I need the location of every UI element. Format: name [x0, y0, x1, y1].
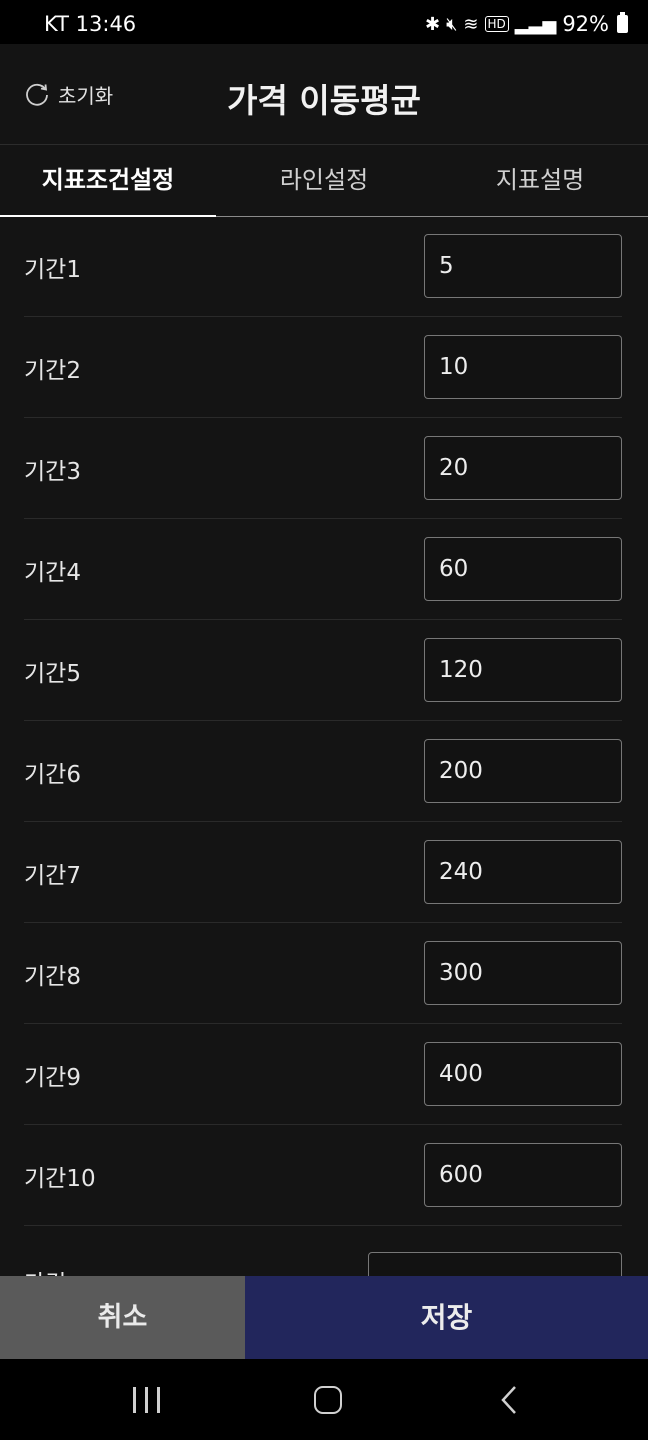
- period-row: 기간10 600: [24, 1125, 622, 1226]
- period-label: 기간1: [24, 257, 81, 283]
- period-label: 기간4: [24, 560, 81, 586]
- period-value: 600: [439, 1162, 483, 1188]
- period-value: 300: [439, 960, 483, 986]
- tab-bar: 지표조건설정 라인설정 지표설명: [0, 145, 648, 217]
- page-title: 가격 이동평균: [227, 81, 421, 120]
- period-label: 기간6: [24, 762, 81, 788]
- price-label: 가격: [24, 1264, 66, 1276]
- period-row: 기간7 240: [24, 822, 622, 923]
- status-icons: ✱ 🔇︎ ≋ HD ▂▃▅ 92%: [425, 12, 628, 36]
- battery-icon: [617, 12, 628, 33]
- period-input[interactable]: 240: [424, 840, 622, 904]
- bottom-actions: 취소 저장: [0, 1276, 648, 1359]
- period-label: 기간3: [24, 459, 81, 485]
- period-value: 240: [439, 859, 483, 885]
- period-input[interactable]: 300: [424, 941, 622, 1005]
- period-row: 기간9 400: [24, 1024, 622, 1125]
- carrier-time: KT 13:46: [44, 12, 137, 36]
- period-row: 기간1 5: [24, 216, 622, 317]
- home-icon[interactable]: [314, 1386, 342, 1414]
- bluetooth-icon: ✱: [424, 13, 441, 35]
- period-value: 400: [439, 1061, 483, 1087]
- period-input[interactable]: 120: [424, 638, 622, 702]
- period-value: 60: [439, 556, 469, 582]
- period-value: 20: [439, 455, 469, 481]
- price-select[interactable]: 종가: [368, 1252, 622, 1276]
- period-row: 기간3 20: [24, 418, 622, 519]
- period-row: 기간6 200: [24, 721, 622, 822]
- save-button[interactable]: 저장: [245, 1276, 648, 1359]
- period-row: 기간2 10: [24, 317, 622, 418]
- tab-line-settings[interactable]: 라인설정: [216, 145, 432, 216]
- price-row: 가격 종가: [24, 1226, 622, 1276]
- period-value: 120: [439, 657, 483, 683]
- cancel-button[interactable]: 취소: [0, 1276, 245, 1359]
- period-row: 기간4 60: [24, 519, 622, 620]
- period-row: 기간8 300: [24, 923, 622, 1024]
- settings-list[interactable]: 기간1 5 기간2 10 기간3 20 기간4 60 기간5 120 기간6 2…: [24, 216, 622, 1276]
- period-input[interactable]: 5: [424, 234, 622, 298]
- wifi-icon: ≋: [463, 13, 479, 35]
- back-icon[interactable]: [498, 1385, 522, 1415]
- recent-apps-icon[interactable]: [133, 1385, 161, 1415]
- period-input[interactable]: 10: [424, 335, 622, 399]
- period-label: 기간5: [24, 661, 81, 687]
- period-value: 5: [439, 253, 454, 279]
- status-bar: KT 13:46 ✱ 🔇︎ ≋ HD ▂▃▅ 92%: [0, 0, 648, 44]
- signal-icon: ▂▃▅: [514, 13, 557, 35]
- period-input[interactable]: 20: [424, 436, 622, 500]
- header: 초기화 가격 이동평균: [0, 44, 648, 145]
- period-input[interactable]: 600: [424, 1143, 622, 1207]
- hd-icon: HD: [484, 16, 509, 32]
- period-value: 10: [439, 354, 469, 380]
- mute-icon: 🔇︎: [446, 13, 458, 35]
- period-row: 기간5 120: [24, 620, 622, 721]
- period-label: 기간2: [24, 358, 81, 384]
- period-value: 200: [439, 758, 483, 784]
- battery-percent: 92%: [562, 12, 609, 36]
- period-label: 기간10: [24, 1166, 96, 1192]
- period-label: 기간8: [24, 964, 81, 990]
- period-label: 기간9: [24, 1065, 81, 1091]
- period-label: 기간7: [24, 863, 81, 889]
- tab-indicator-condition[interactable]: 지표조건설정: [0, 145, 216, 217]
- system-nav-bar: [0, 1359, 648, 1440]
- period-input[interactable]: 400: [424, 1042, 622, 1106]
- period-input[interactable]: 200: [424, 739, 622, 803]
- tab-indicator-description[interactable]: 지표설명: [432, 145, 648, 216]
- period-input[interactable]: 60: [424, 537, 622, 601]
